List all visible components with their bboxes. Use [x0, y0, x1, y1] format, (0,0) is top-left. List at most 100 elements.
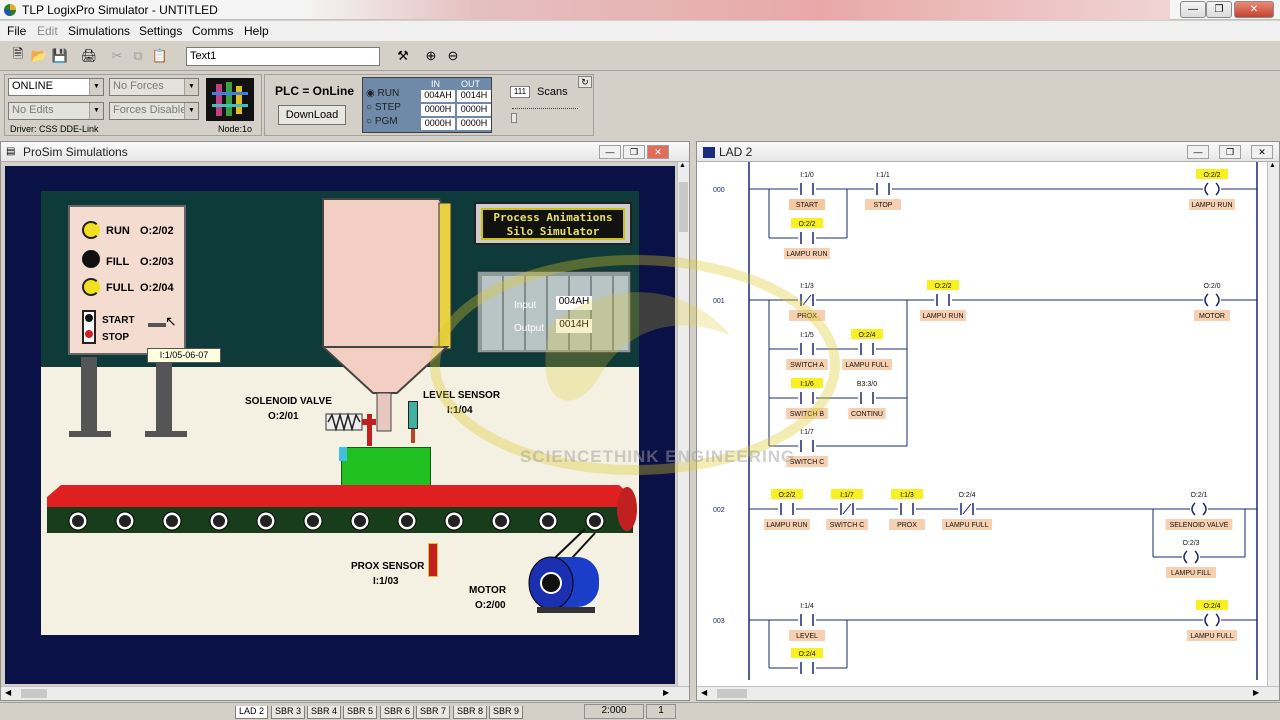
minimize-button[interactable]: — — [1180, 1, 1206, 18]
ladder-description: LAMPU RUN — [1191, 202, 1232, 209]
ladder-contact[interactable]: I:1/0 START — [789, 172, 825, 210]
driver-label: Driver: CSS DDE-Link — [10, 124, 99, 134]
scroll-thumb[interactable] — [717, 689, 747, 698]
ladder-coil[interactable]: O:2/0 MOTOR — [1194, 283, 1230, 321]
rung-number: 001 — [713, 298, 725, 305]
mode-run[interactable]: ◉ RUN — [366, 87, 401, 101]
download-button[interactable]: DownLoad — [278, 105, 346, 125]
print-icon[interactable]: 🖨 — [79, 46, 99, 66]
ladder-coil[interactable]: O:2/3 LAMPU FILL — [1166, 540, 1216, 578]
vertical-scrollbar[interactable]: ▲ — [1267, 162, 1279, 686]
vertical-scrollbar[interactable]: ▲ — [677, 162, 689, 686]
ladder-contact[interactable]: I:1/5 SWITCH A — [786, 332, 828, 370]
ladder-contact[interactable]: B3:3/0 CONTINU — [848, 381, 886, 419]
ladder-contact[interactable]: I:1/7 SWITCH C — [786, 429, 828, 467]
ladder-description: SWITCH A — [790, 362, 824, 369]
silo-scene: RUN O:2/02 FILL O:2/03 FULL O:2/04 START… — [41, 191, 639, 635]
ladder-description: SWITCH C — [830, 522, 865, 529]
io-in-1: 0000H — [421, 104, 455, 116]
ladder-contact[interactable]: I:1/4 LEVEL — [789, 603, 825, 641]
minimize-button[interactable]: — — [1187, 145, 1209, 159]
scroll-left-icon[interactable]: ◀ — [5, 688, 11, 697]
close-button[interactable]: ✕ — [647, 145, 669, 159]
prosim-titlebar: ▤ ProSim Simulations — ❐ ✕ — [1, 142, 689, 162]
forces-select[interactable]: No Forces ▼ — [109, 78, 199, 96]
menu-edit[interactable]: Edit — [37, 24, 58, 38]
status-bar: LAD 2 SBR 3 SBR 4 SBR 5 SBR 6 SBR 7 SBR … — [0, 702, 1280, 720]
tab-sbr4[interactable]: SBR 4 — [307, 706, 342, 719]
tab-sbr7[interactable]: SBR 7 — [416, 706, 451, 719]
start-button[interactable] — [85, 314, 93, 322]
restore-button[interactable]: ❐ — [623, 145, 645, 159]
title-bar: TLP LogixPro Simulator - UNTITLED — ❐ ✕ — [0, 0, 1280, 20]
tooltip: I:1/05-06-07 — [147, 348, 221, 363]
ladder-description: LAMPU RUN — [922, 313, 963, 320]
scroll-up-icon[interactable]: ▲ — [1269, 162, 1276, 169]
scroll-thumb[interactable] — [679, 182, 688, 232]
mode-step[interactable]: ○ STEP — [366, 101, 401, 115]
horizontal-scrollbar[interactable]: ◀ ▶ — [1, 686, 689, 700]
full-lamp-icon — [82, 278, 100, 296]
refresh-icon[interactable]: ↻ — [578, 76, 592, 88]
tools-icon[interactable]: ⚒ — [393, 46, 413, 66]
switch-lever[interactable] — [148, 323, 166, 327]
tab-lad2[interactable]: LAD 2 — [235, 706, 269, 719]
menu-bar: File Edit Simulations Settings Comms Hel… — [0, 21, 1280, 41]
save-icon[interactable]: 💾 — [50, 46, 70, 66]
ladder-address: I:1/6 — [800, 381, 814, 388]
text-field[interactable]: Text1 — [186, 47, 380, 66]
copy-icon[interactable]: ⧉ — [128, 46, 148, 66]
plc-mode-panel: ◉ RUN ○ STEP ○ PGM IN OUT 004AH 0014H 00… — [362, 77, 492, 133]
scroll-right-icon[interactable]: ▶ — [663, 688, 669, 697]
new-file-icon[interactable]: 🗎 — [8, 46, 28, 66]
stop-button[interactable] — [85, 330, 93, 338]
maximize-button[interactable]: ❐ — [1206, 1, 1232, 18]
ladder-address: B3:3/0 — [857, 381, 877, 388]
mode-pgm[interactable]: ○ PGM — [366, 115, 401, 129]
ladder-contact[interactable]: O:2/4 LAMPU FULL — [942, 492, 992, 530]
ladder-contact[interactable]: I:1/3 PROX — [789, 283, 825, 321]
minimize-button[interactable]: — — [599, 145, 621, 159]
scans-field[interactable]: 111 — [510, 86, 530, 98]
menu-comms[interactable]: Comms — [192, 24, 233, 38]
open-folder-icon[interactable]: 📂 — [29, 46, 49, 66]
tab-sbr5[interactable]: SBR 5 — [343, 706, 378, 719]
ladder-editor[interactable]: 000 001 002 003 I:1/0 START I:1/1 STOP O… — [697, 162, 1265, 680]
control-panel: RUN O:2/02 FILL O:2/03 FULL O:2/04 START… — [68, 205, 186, 355]
restore-button[interactable]: ❐ — [1219, 145, 1241, 159]
tab-sbr8[interactable]: SBR 8 — [453, 706, 488, 719]
menu-settings[interactable]: Settings — [139, 24, 182, 38]
scroll-left-icon[interactable]: ◀ — [701, 688, 707, 697]
menu-help[interactable]: Help — [244, 24, 269, 38]
scan-slider-track[interactable] — [512, 108, 578, 110]
simulation-area: RUN O:2/02 FILL O:2/03 FULL O:2/04 START… — [5, 166, 675, 684]
tab-sbr9[interactable]: SBR 9 — [489, 706, 524, 719]
menu-file[interactable]: File — [7, 24, 26, 38]
menu-simulations[interactable]: Simulations — [68, 24, 130, 38]
cut-icon[interactable]: ✂ — [107, 46, 127, 66]
ladder-contact[interactable]: I:1/1 STOP — [865, 172, 901, 210]
radio-selected-icon: ◉ — [366, 88, 375, 99]
tab-sbr6[interactable]: SBR 6 — [380, 706, 415, 719]
scroll-right-icon[interactable]: ▶ — [1253, 688, 1259, 697]
scan-slider-handle[interactable] — [511, 113, 517, 123]
tab-sbr3[interactable]: SBR 3 — [271, 706, 306, 719]
scroll-up-icon[interactable]: ▲ — [679, 162, 686, 169]
mode-select[interactable]: ONLINE ▼ — [8, 78, 104, 96]
close-button[interactable]: ✕ — [1234, 1, 1274, 18]
window-title: TLP LogixPro Simulator - UNTITLED — [22, 3, 218, 17]
chevron-down-icon: ▼ — [184, 103, 198, 119]
zoom-in-icon[interactable]: ⊕ — [421, 46, 441, 66]
ladder-description: START — [796, 202, 819, 209]
paste-icon[interactable]: 📋 — [150, 46, 170, 66]
ladder-coil[interactable]: O:2/1 SELENOID VALVE — [1165, 492, 1233, 530]
ladder-contact[interactable]: O:2/4 — [791, 648, 823, 674]
close-button[interactable]: ✕ — [1251, 145, 1273, 159]
ladder-description: PROX — [797, 313, 817, 320]
scroll-thumb[interactable] — [21, 689, 47, 698]
zoom-out-icon[interactable]: ⊖ — [443, 46, 463, 66]
forces-state-select[interactable]: Forces Disabled ▼ — [109, 102, 199, 120]
edits-select[interactable]: No Edits ▼ — [8, 102, 104, 120]
horizontal-scrollbar[interactable]: ◀ ▶ — [697, 686, 1279, 700]
ladder-description: LAMPU FULL — [845, 362, 888, 369]
